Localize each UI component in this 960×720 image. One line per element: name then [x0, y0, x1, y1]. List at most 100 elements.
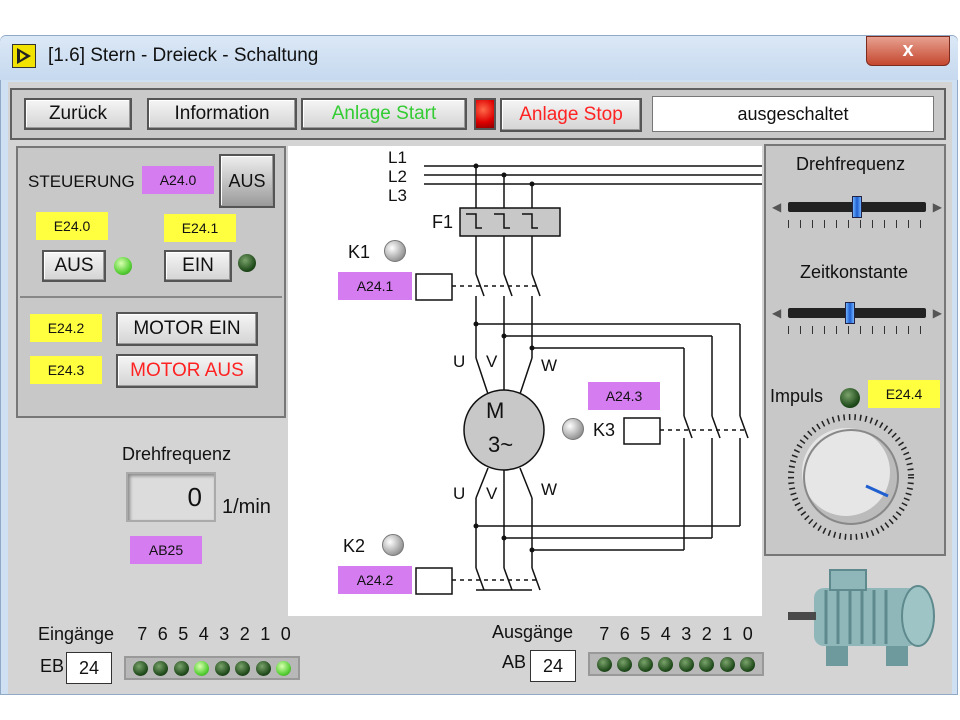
output-led-5 — [637, 656, 653, 672]
knob-dial-icon[interactable] — [788, 414, 914, 540]
output-led-4 — [658, 656, 674, 672]
labview-app-icon — [12, 44, 36, 68]
fuse-f1-label: F1 — [432, 212, 454, 232]
motor-ein-button[interactable]: MOTOR EIN — [116, 312, 258, 346]
steuerung-aus-toggle[interactable]: AUS — [219, 154, 275, 208]
eb-value-field[interactable]: 24 — [66, 652, 112, 684]
stop-button[interactable]: Anlage Stop — [500, 98, 642, 132]
output-bit-3: 3 — [681, 624, 692, 644]
output-bit-0: 0 — [742, 624, 753, 644]
k1-coil-indicator — [384, 240, 406, 262]
slider-left-arrow-icon[interactable]: ◀ — [772, 200, 781, 214]
terminal-v-lower: V — [486, 484, 498, 503]
input-led-0 — [276, 660, 292, 676]
aus-button[interactable]: AUS — [42, 250, 106, 282]
input-led-bar — [124, 656, 300, 680]
speed-value-display: 0 — [126, 472, 216, 522]
steuerung-label: STEUERUNG — [28, 172, 135, 191]
k2-tag: A24.2 — [338, 566, 412, 594]
panel-divider — [20, 296, 282, 298]
impuls-knob[interactable] — [788, 414, 914, 540]
close-icon[interactable]: x — [902, 39, 913, 61]
e24-3-tag: E24.3 — [30, 356, 102, 384]
terminal-w-lower: W — [541, 480, 558, 499]
terminal-u-upper: U — [453, 352, 466, 371]
impuls-label: Impuls — [770, 386, 824, 406]
start-button[interactable]: Anlage Start — [301, 98, 467, 130]
input-bit-1: 1 — [260, 624, 271, 644]
ab-label: AB — [502, 652, 527, 672]
input-bit-5: 5 — [178, 624, 189, 644]
eb-label: EB — [40, 656, 65, 676]
slider-left-arrow-icon[interactable]: ◀ — [772, 306, 781, 320]
ein-button[interactable]: EIN — [164, 250, 232, 282]
motor-3phase-label: 3~ — [488, 432, 514, 457]
ab25-tag: AB25 — [130, 536, 202, 564]
output-led-1 — [719, 656, 735, 672]
zeitkonstante-slider-label: Zeitkonstante — [800, 262, 909, 282]
input-bit-2: 2 — [239, 624, 250, 644]
slider-right-arrow-icon[interactable]: ▶ — [933, 200, 942, 214]
k3-label: K3 — [593, 420, 616, 440]
output-bit-4: 4 — [660, 624, 671, 644]
input-led-4 — [194, 660, 210, 676]
motor-m-label: M — [486, 398, 505, 423]
e24-2-tag: E24.2 — [30, 314, 102, 342]
input-led-7 — [132, 660, 148, 676]
drehfrequenz-slider-label: Drehfrequenz — [796, 154, 906, 174]
back-button[interactable]: Zurück — [24, 98, 132, 130]
output-bit-6: 6 — [619, 624, 630, 644]
slider-thumb[interactable] — [852, 196, 862, 218]
outputs-label: Ausgänge — [492, 622, 574, 642]
window-title: [1.6] Stern - Dreieck - Schaltung — [48, 45, 319, 66]
input-led-3 — [214, 660, 230, 676]
input-bit-3: 3 — [219, 624, 230, 644]
input-led-6 — [153, 660, 169, 676]
input-led-1 — [255, 660, 271, 676]
input-bit-7: 7 — [137, 624, 148, 644]
input-led-5 — [173, 660, 189, 676]
k1-tag: A24.1 — [338, 272, 412, 300]
terminal-u-lower: U — [453, 484, 466, 503]
e24-1-tag: E24.1 — [164, 214, 236, 242]
k2-label: K2 — [343, 536, 366, 556]
k3-tag: A24.3 — [588, 382, 660, 410]
output-led-6 — [617, 656, 633, 672]
ein-led — [238, 254, 256, 272]
slider-thumb[interactable] — [845, 302, 856, 324]
output-led-7 — [596, 656, 612, 672]
e24-0-tag: E24.0 — [36, 212, 108, 240]
l2-label: L2 — [388, 167, 407, 186]
close-button[interactable]: x — [866, 36, 950, 66]
output-bit-1: 1 — [722, 624, 733, 644]
slider-right-arrow-icon[interactable]: ▶ — [933, 306, 942, 320]
slider-scale — [788, 220, 926, 228]
zeitkonstante-slider[interactable]: ◀ ▶ — [772, 300, 942, 340]
slider-scale — [788, 326, 926, 334]
output-bit-2: 2 — [701, 624, 712, 644]
motor-aus-button[interactable]: MOTOR AUS — [116, 354, 258, 388]
speed-label: Drehfrequenz — [122, 444, 232, 464]
input-bit-0: 0 — [280, 624, 291, 644]
aus-led — [114, 257, 132, 275]
ab-value-field[interactable]: 24 — [530, 650, 576, 682]
input-led-2 — [235, 660, 251, 676]
status-display: ausgeschaltet — [652, 96, 934, 132]
k2-coil-indicator — [382, 534, 404, 556]
impuls-led — [840, 388, 860, 408]
l3-label: L3 — [388, 186, 407, 205]
steuerung-output-tag: A24.0 — [142, 166, 214, 194]
drehfrequenz-slider[interactable]: ◀ ▶ — [772, 192, 942, 232]
line-labels: L1 L2 L3 — [388, 148, 407, 205]
slider-track — [788, 308, 926, 318]
stop-indicator-lamp — [474, 98, 496, 130]
output-bit-7: 7 — [599, 624, 610, 644]
k3-coil-indicator — [562, 418, 584, 440]
speed-unit: 1/min — [222, 496, 271, 518]
l1-label: L1 — [388, 148, 407, 167]
information-button[interactable]: Information — [147, 98, 297, 130]
input-bit-4: 4 — [198, 624, 209, 644]
output-led-2 — [699, 656, 715, 672]
output-led-0 — [740, 656, 756, 672]
output-bit-numbers: 76543210 — [594, 624, 758, 645]
